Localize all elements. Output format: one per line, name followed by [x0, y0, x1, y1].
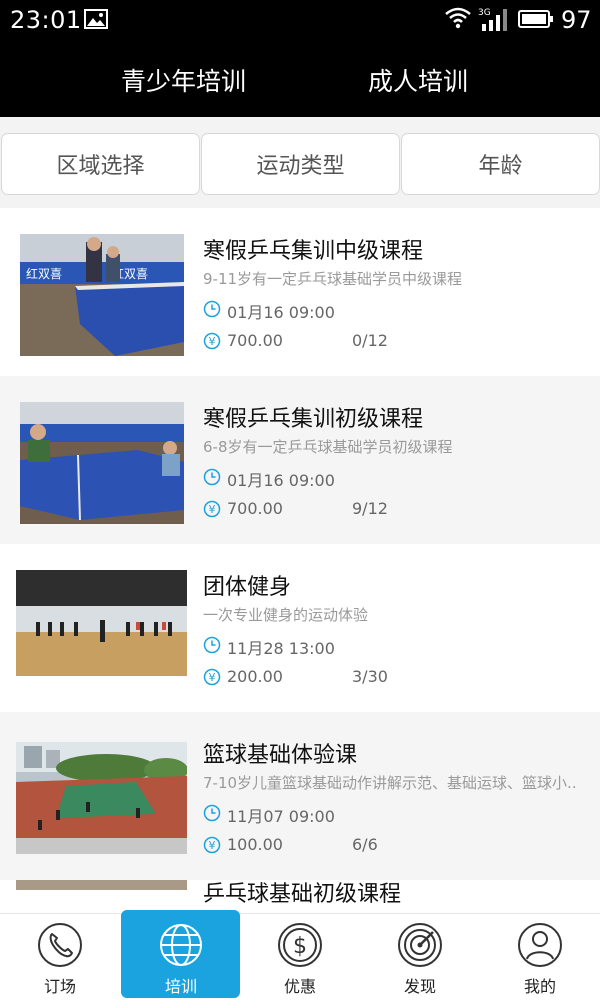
course-item[interactable]: 篮球基础体验课 7-10岁儿童篮球基础动作讲解示范、基础运球、篮球小.. 11月…: [0, 712, 600, 880]
course-item[interactable]: 寒假乒乓集训初级课程 6-8岁有一定乒乓球基础学员初级课程 01月16 09:0…: [0, 376, 600, 544]
clock-icon: [203, 468, 221, 486]
svg-text:$: $: [293, 934, 307, 959]
yen-icon: ¥: [203, 332, 221, 350]
course-thumbnail: [16, 742, 187, 854]
signal-icon: 3G: [478, 8, 507, 31]
globe-icon: [160, 924, 202, 966]
course-enrollment: 6/6: [352, 835, 378, 854]
course-price: 700.00: [227, 331, 283, 350]
nav-booking[interactable]: 订场: [0, 914, 120, 1000]
course-description: 一次专业健身的运动体验: [203, 606, 369, 624]
nav-label: 优惠: [283, 977, 316, 996]
course-price: 100.00: [227, 835, 283, 854]
course-datetime: 11月07 09:00: [227, 807, 335, 826]
course-description: 9-11岁有一定乒乓球基础学员中级课程: [203, 270, 463, 288]
course-title: 团体健身: [203, 575, 292, 600]
status-time: 23:01: [10, 6, 82, 34]
wifi-icon: [445, 7, 471, 29]
yen-icon: ¥: [203, 836, 221, 854]
phone-icon: [38, 923, 82, 967]
course-datetime: 11月28 13:00: [227, 639, 335, 658]
clock-icon: [203, 804, 221, 822]
course-item[interactable]: 团体健身 一次专业健身的运动体验 11月28 13:00 ¥ 200.00 3/…: [0, 544, 600, 712]
yen-icon: ¥: [203, 500, 221, 518]
course-datetime: 01月16 09:00: [227, 471, 335, 490]
course-thumbnail: 红双喜 红双喜: [20, 234, 184, 356]
svg-text:¥: ¥: [209, 839, 216, 852]
dollar-icon: $: [278, 923, 322, 967]
filter-sport-type-button[interactable]: 运动类型: [201, 133, 400, 195]
svg-text:¥: ¥: [209, 503, 216, 516]
network-type-label: 3G: [478, 8, 491, 18]
nav-discounts[interactable]: $ 优惠: [240, 914, 360, 1000]
clock-icon: [203, 636, 221, 654]
filter-bar: 区域选择 运动类型 年龄: [0, 117, 600, 208]
filter-age-button[interactable]: 年龄: [401, 133, 600, 195]
course-description: 7-10岁儿童篮球基础动作讲解示范、基础运球、篮球小..: [203, 774, 577, 792]
filter-region-button[interactable]: 区域选择: [1, 133, 200, 195]
course-datetime: 01月16 09:00: [227, 303, 335, 322]
course-thumbnail: [16, 880, 187, 890]
course-title: 寒假乒乓集训中级课程: [203, 239, 424, 264]
course-description: 6-8岁有一定乒乓球基础学员初级课程: [203, 438, 453, 456]
course-enrollment: 0/12: [352, 331, 388, 350]
course-item[interactable]: 红双喜 红双喜 寒假乒乓集训中级课程 9-11岁有一定乒乓球基础学员中级课程 0…: [0, 208, 600, 376]
nav-label: 我的: [523, 977, 556, 996]
course-price: 700.00: [227, 499, 283, 518]
svg-text:¥: ¥: [209, 335, 216, 348]
course-enrollment: 9/12: [352, 499, 388, 518]
course-thumbnail: [20, 402, 184, 524]
svg-text:红双喜: 红双喜: [26, 266, 62, 281]
nav-profile[interactable]: 我的: [480, 914, 600, 1000]
course-enrollment: 3/30: [352, 667, 388, 686]
nav-training[interactable]: 培训: [121, 910, 240, 998]
tab-youth-training[interactable]: 青少年培训: [121, 62, 246, 98]
yen-icon: ¥: [203, 668, 221, 686]
image-notification-icon: [84, 9, 108, 29]
course-price: 200.00: [227, 667, 283, 686]
course-title: 寒假乒乓集训初级课程: [203, 407, 424, 432]
course-title: 乒乓球基础初级课程: [203, 882, 402, 907]
radar-icon: [398, 923, 442, 967]
tab-adult-training[interactable]: 成人培训: [368, 62, 468, 98]
battery-icon: [518, 10, 553, 28]
nav-discover[interactable]: 发现: [360, 914, 480, 1000]
battery-level: 97: [561, 6, 592, 34]
course-title: 篮球基础体验课: [203, 743, 358, 768]
nav-label: 培训: [164, 977, 197, 996]
course-list: 红双喜 红双喜 寒假乒乓集训中级课程 9-11岁有一定乒乓球基础学员中级课程 0…: [0, 208, 600, 940]
category-tabs: 青少年培训 成人培训: [0, 40, 600, 117]
clock-icon: [203, 300, 221, 318]
svg-text:¥: ¥: [209, 671, 216, 684]
status-bar: 23:01 3G 97: [0, 0, 600, 40]
user-icon: [518, 923, 562, 967]
course-thumbnail: [16, 570, 187, 676]
nav-label: 订场: [43, 977, 76, 996]
nav-label: 发现: [403, 977, 436, 996]
bottom-navigation: 订场 培训 $ 优惠 发现 我的: [0, 910, 600, 1000]
